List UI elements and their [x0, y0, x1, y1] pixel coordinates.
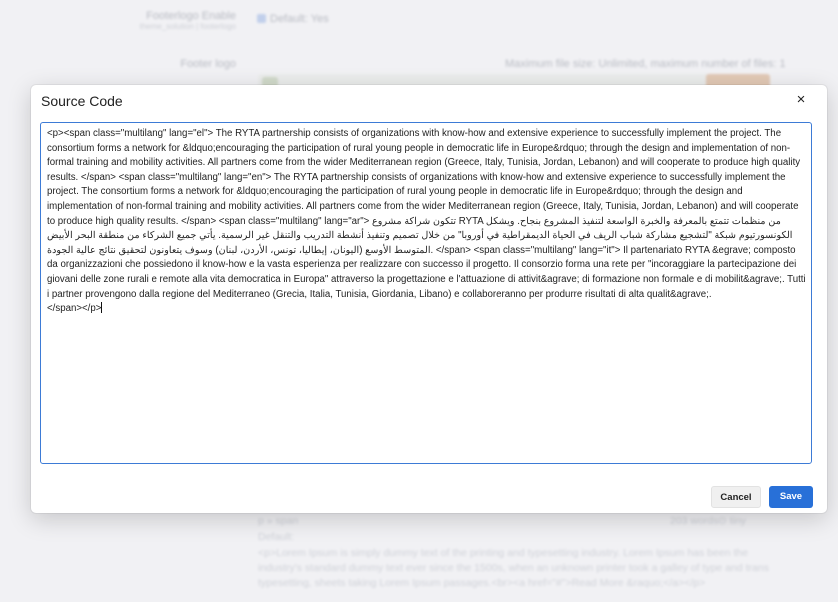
close-icon[interactable]: ×	[793, 92, 809, 108]
cancel-button[interactable]: Cancel	[711, 486, 761, 508]
dialog-title: Source Code	[41, 93, 123, 109]
source-code-text: <p><span class="multilang" lang="el"> Th…	[47, 128, 806, 315]
source-code-dialog: Source Code × <p><span class="multilang"…	[31, 85, 827, 513]
text-cursor	[101, 302, 103, 314]
source-code-textarea[interactable]: <p><span class="multilang" lang="el"> Th…	[40, 122, 812, 464]
save-button[interactable]: Save	[769, 486, 813, 508]
